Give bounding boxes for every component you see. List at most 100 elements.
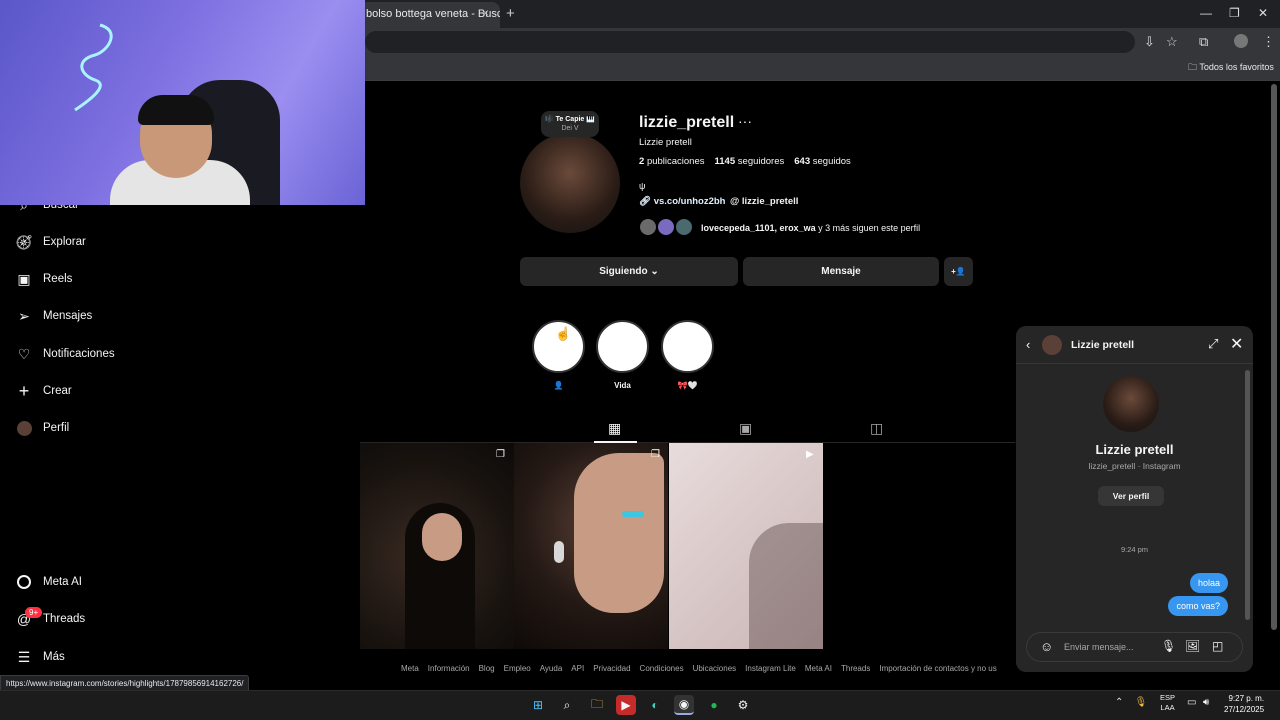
emoji-icon[interactable]: ☺: [1040, 639, 1053, 654]
threads-icon: @: [730, 196, 742, 207]
options-icon[interactable]: ···: [738, 113, 752, 129]
footer-link[interactable]: Meta AI: [805, 664, 832, 673]
bio-link[interactable]: 🔗︎ vs.co/unhoz2bh: [639, 196, 726, 207]
microphone-icon[interactable]: 🎙︎: [1135, 697, 1148, 708]
start-icon[interactable]: ⊞: [528, 695, 548, 715]
microphone-icon[interactable]: 🎙︎: [1161, 639, 1176, 653]
sidebar-item-create[interactable]: + Crear: [16, 379, 72, 403]
tab-reels-icon[interactable]: ▣: [739, 420, 752, 437]
image-icon[interactable]: 🖼︎: [1185, 639, 1200, 653]
footer-link[interactable]: Ayuda: [540, 664, 563, 673]
mutual-followers-avatars[interactable]: [638, 217, 696, 237]
restore-icon[interactable]: ❐: [1229, 6, 1240, 20]
chevron-up-icon[interactable]: ⌃: [1115, 697, 1123, 708]
sidebar-item-label: Más: [43, 651, 65, 663]
sidebar-item-messages[interactable]: ➢ Mensajes: [16, 304, 92, 328]
network-icon[interactable]: ▭: [1187, 697, 1196, 708]
extensions-icon[interactable]: ⧉: [1199, 34, 1208, 50]
sidebar-item-profile[interactable]: Perfil: [16, 416, 69, 440]
install-app-icon[interactable]: ⇩: [1144, 34, 1155, 50]
tab-tagged-icon[interactable]: ◫: [870, 420, 883, 437]
address-bar[interactable]: [365, 31, 1135, 53]
expand-icon[interactable]: ⤢: [1208, 336, 1218, 352]
clock[interactable]: 9:27 p. m. 27/12/2025: [1224, 693, 1264, 715]
tab-close-icon[interactable]: ×: [482, 6, 489, 20]
app-icon[interactable]: ▶: [616, 695, 636, 715]
file-explorer-icon[interactable]: 🗀: [587, 695, 607, 715]
message-input[interactable]: [1026, 632, 1243, 662]
mutual-rest: y 3 más siguen este perfil: [815, 223, 921, 233]
sidebar-item-label: Threads: [43, 613, 86, 625]
profile-stats: 2 publicaciones 1145 seguidores 643 segu…: [639, 156, 851, 167]
add-person-button[interactable]: +👤: [944, 257, 973, 286]
post-thumbnail[interactable]: [360, 443, 514, 649]
footer-link[interactable]: Threads: [841, 664, 870, 673]
video-icon: ▶: [806, 449, 814, 460]
following-button[interactable]: Siguiendo ⌄: [520, 257, 738, 286]
mutual-followers-text[interactable]: lovecepeda_1101, erox_wa y 3 más siguen …: [701, 223, 920, 233]
post-thumbnail[interactable]: [514, 443, 668, 649]
threads-profile-link[interactable]: @ lizzie_pretell: [730, 196, 798, 207]
clock-time: 9:27 p. m.: [1228, 694, 1265, 703]
app-icon-2[interactable]: ⚙: [733, 695, 753, 715]
followers-stat[interactable]: 1145 seguidores: [715, 156, 785, 167]
footer-link[interactable]: Instagram Lite: [745, 664, 796, 673]
tab-posts-grid-icon[interactable]: ▦: [608, 420, 621, 437]
highlight-2[interactable]: [596, 320, 649, 373]
profile-username: lizzie_pretell: [639, 114, 735, 131]
bookmark-star-icon[interactable]: ☆: [1166, 34, 1178, 50]
link-icon: 🔗︎: [639, 196, 654, 207]
footer-link[interactable]: Meta: [401, 664, 419, 673]
close-window-icon[interactable]: ✕: [1258, 6, 1268, 20]
profile-note[interactable]: 🎼 Te Capie 🎹 Dei V: [541, 111, 599, 137]
footer-link[interactable]: Empleo: [504, 664, 531, 673]
browser-menu-icon[interactable]: ⋮: [1262, 34, 1275, 50]
footer-link[interactable]: Privacidad: [593, 664, 630, 673]
sidebar-item-meta-ai[interactable]: Meta AI: [16, 570, 82, 594]
footer-link[interactable]: Blog: [479, 664, 495, 673]
spotify-icon[interactable]: ●: [704, 695, 724, 715]
new-tab-button[interactable]: +: [506, 5, 515, 22]
highlight-3[interactable]: [661, 320, 714, 373]
browser-tab[interactable]: bolso bottega veneta - Buscar: [358, 2, 500, 28]
chat-scrollbar[interactable]: [1245, 370, 1250, 620]
language-indicator[interactable]: ESP LAA: [1160, 693, 1175, 713]
profile-avatar-large[interactable]: [520, 133, 620, 233]
following-stat[interactable]: 643 seguidos: [794, 156, 851, 167]
chat-title[interactable]: Lizzie pretell: [1071, 339, 1134, 351]
sidebar-item-more[interactable]: ☰ Más: [16, 645, 65, 669]
search-icon[interactable]: ⌕: [557, 695, 577, 715]
sidebar-item-reels[interactable]: ▣ Reels: [16, 267, 72, 291]
profile-avatar[interactable]: [1234, 34, 1248, 48]
posts-stat: 2 publicaciones: [639, 156, 705, 167]
chat-window: ‹ Lizzie pretell ⤢ ✕ Lizzie pretell lizz…: [1016, 326, 1253, 672]
view-profile-button[interactable]: Ver perfil: [1098, 486, 1164, 506]
edge-icon[interactable]: ◐: [645, 695, 665, 715]
footer-link[interactable]: Condiciones: [640, 664, 684, 673]
close-icon[interactable]: ✕: [1230, 334, 1243, 354]
sidebar-item-explore[interactable]: 🧭︎ Explorar: [15, 230, 86, 254]
message-button[interactable]: Mensaje: [743, 257, 939, 286]
add-person-icon: +👤: [951, 267, 966, 276]
avatar: [656, 217, 676, 237]
threads-badge: 9+: [25, 607, 43, 618]
system-tray[interactable]: ⌃ 🎙︎: [1115, 697, 1147, 708]
sticker-icon[interactable]: ◰: [1212, 639, 1223, 653]
message-bubble[interactable]: holaa: [1189, 573, 1228, 593]
all-bookmarks[interactable]: 🗀 Todos los favoritos: [1188, 60, 1274, 76]
minimize-icon[interactable]: —: [1200, 6, 1212, 20]
profile-full-name: Lizzie pretell: [639, 137, 692, 148]
footer-link[interactable]: Importación de contactos y no us: [879, 664, 996, 673]
chat-timestamp: 9:24 pm: [1120, 545, 1149, 554]
footer-link[interactable]: API: [571, 664, 584, 673]
sidebar-item-notifications[interactable]: ♡ Notificaciones: [16, 342, 115, 366]
page-scrollbar[interactable]: [1271, 84, 1277, 630]
chrome-icon[interactable]: ◉: [674, 695, 694, 715]
back-icon[interactable]: ‹: [1026, 337, 1030, 352]
post-thumbnail[interactable]: [669, 443, 823, 649]
footer-link[interactable]: Información: [428, 664, 470, 673]
footer-link[interactable]: Ubicaciones: [693, 664, 737, 673]
message-bubble[interactable]: como vas?: [1168, 596, 1228, 616]
avatar: [674, 217, 694, 237]
volume-icon[interactable]: 🔊︎: [1203, 697, 1209, 708]
